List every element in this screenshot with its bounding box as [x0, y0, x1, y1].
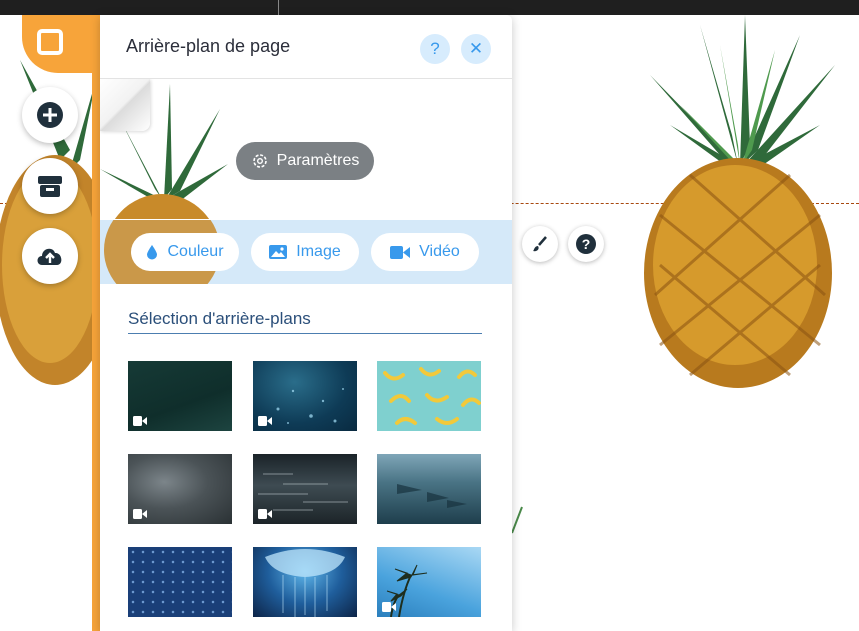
design-button[interactable] — [522, 226, 558, 262]
settings-label: Paramètres — [276, 152, 360, 169]
image-type-label: Image — [296, 243, 341, 260]
add-button[interactable] — [22, 87, 78, 143]
gallery-item-storm-clouds-video[interactable] — [128, 454, 232, 524]
close-icon: ✕ — [468, 39, 484, 58]
gallery-item-underwater-bubbles-video[interactable] — [253, 361, 357, 431]
video-type-button[interactable]: Vidéo — [371, 233, 479, 271]
panel-title: Arrière-plan de page — [126, 36, 291, 56]
page-background-panel: Arrière-plan de page ? ✕ Paramètres Coul… — [100, 15, 512, 631]
panel-header: Arrière-plan de page ? ✕ — [100, 15, 512, 79]
video-camera-icon — [390, 245, 411, 259]
leaf-fragment — [510, 505, 524, 535]
drop-icon — [147, 245, 158, 260]
video-type-label: Vidéo — [419, 243, 460, 260]
video-camera-icon — [133, 416, 147, 426]
video-camera-icon — [382, 602, 396, 612]
color-type-label: Couleur — [167, 243, 224, 260]
gallery-title: Sélection d'arrière-plans — [128, 309, 311, 328]
paintbrush-icon — [533, 236, 547, 252]
video-camera-icon — [258, 509, 272, 519]
background-type-bar: Couleur Image Vidéo — [100, 220, 512, 284]
add-icon — [37, 102, 63, 128]
editor-top-bar — [0, 0, 859, 15]
gallery-item-underwater-rays-video[interactable] — [377, 454, 481, 524]
image-type-button[interactable]: Image — [251, 233, 359, 271]
video-camera-icon — [133, 509, 147, 519]
upload-cloud-icon — [37, 248, 62, 265]
video-camera-icon — [258, 416, 272, 426]
question-icon: ? — [576, 234, 596, 254]
gallery-item-bananas-pattern-image[interactable] — [377, 361, 481, 431]
panel-accent-strip — [92, 15, 100, 631]
upload-button[interactable] — [22, 228, 78, 284]
gallery-item-palm-trees-video[interactable] — [377, 547, 481, 617]
store-icon — [38, 176, 62, 197]
store-button[interactable] — [22, 158, 78, 214]
color-type-button[interactable]: Couleur — [131, 233, 239, 271]
svg-text:?: ? — [582, 236, 591, 252]
help-side-button[interactable]: ? — [568, 226, 604, 262]
jellyfish-shape — [265, 549, 345, 617]
image-icon — [269, 245, 288, 259]
settings-button[interactable]: Paramètres — [236, 142, 374, 180]
page-fold-corner — [100, 79, 150, 131]
help-button[interactable]: ? — [420, 34, 450, 64]
help-icon: ? — [430, 39, 440, 58]
close-button[interactable]: ✕ — [461, 34, 491, 64]
ruler-tick — [278, 0, 279, 15]
fish-shapes — [397, 484, 467, 508]
square-logo-icon — [37, 29, 63, 55]
gallery-item-jellyfish-image[interactable] — [253, 547, 357, 617]
gallery-item-blue-dots-pattern-image[interactable] — [128, 547, 232, 617]
bananas-pattern — [383, 367, 481, 425]
gear-icon — [252, 154, 267, 168]
gallery-title-underline — [128, 333, 482, 334]
gallery-item-night-water-video[interactable] — [253, 454, 357, 524]
pineapple-image-right — [640, 15, 840, 390]
gallery-item-dark-green-video[interactable] — [128, 361, 232, 431]
